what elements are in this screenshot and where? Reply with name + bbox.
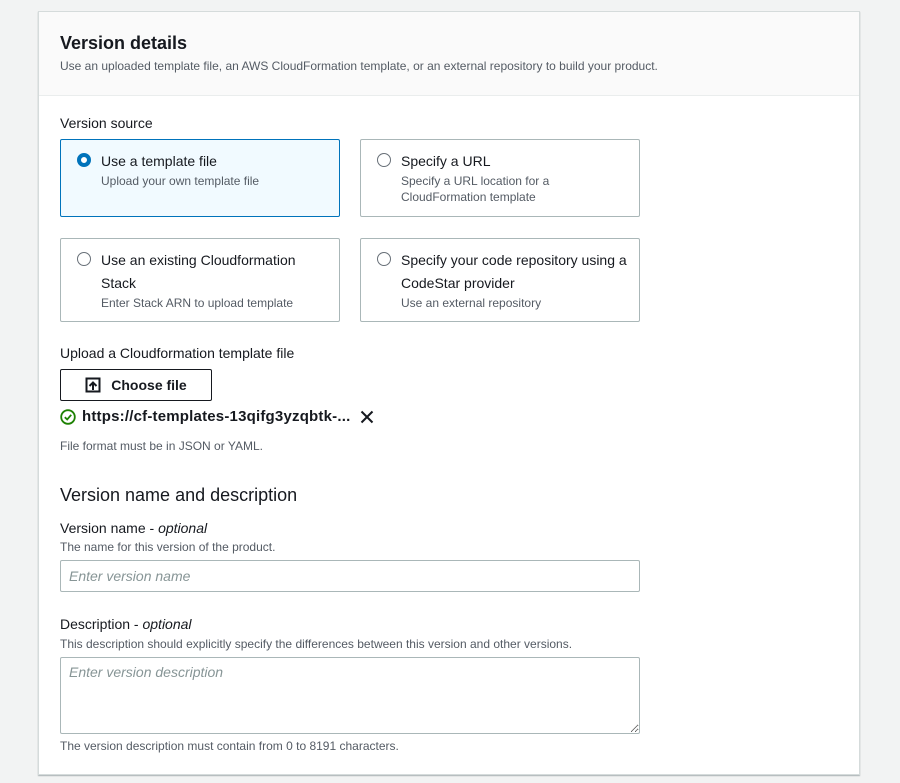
tile-description: Use an external repository	[401, 296, 542, 310]
description-label: Description - optional	[60, 616, 192, 632]
choose-file-button[interactable]: Choose file	[60, 369, 212, 401]
radio-specify-url[interactable]	[377, 153, 391, 167]
tile-description: Specify a URL location for a CloudFormat…	[401, 174, 550, 204]
description-textarea[interactable]	[60, 657, 640, 734]
file-format-hint: File format must be in JSON or YAML.	[60, 439, 263, 453]
close-icon[interactable]	[360, 410, 374, 424]
panel-title: Version details	[60, 33, 188, 53]
selected-file-name: https://cf-templates-13qifg3yzqbtk-...	[82, 408, 351, 425]
version-name-hint: The name for this version of the product…	[60, 540, 276, 554]
upload-label: Upload a Cloudformation template file	[60, 345, 295, 361]
choose-file-label: Choose file	[111, 377, 187, 393]
tile-title: Specify your code repository using a Cod…	[401, 252, 627, 291]
upload-icon	[85, 377, 101, 393]
tile-specify-url[interactable]: Specify a URL Specify a URL location for…	[360, 139, 640, 217]
tile-description: Enter Stack ARN to upload template	[101, 296, 294, 310]
selected-file-row: https://cf-templates-13qifg3yzqbtk-...	[60, 408, 374, 425]
tile-codestar-repository[interactable]: Specify your code repository using a Cod…	[360, 238, 640, 322]
radio-use-template-file[interactable]	[77, 153, 91, 167]
radio-existing-stack[interactable]	[77, 252, 91, 266]
version-name-label: Version name - optional	[60, 520, 208, 536]
section-heading: Version name and description	[60, 485, 298, 505]
status-success-icon	[60, 408, 76, 425]
version-source-label: Version source	[60, 115, 153, 131]
tile-title: Use a template file	[101, 153, 217, 169]
tile-use-template-file[interactable]: Use a template file Upload your own temp…	[60, 139, 340, 217]
version-details-panel: Version details Use an uploaded template…	[38, 11, 860, 775]
radio-codestar-repository[interactable]	[377, 252, 391, 266]
panel-description: Use an uploaded template file, an AWS Cl…	[60, 59, 658, 73]
panel-header: Version details Use an uploaded template…	[39, 12, 859, 96]
tile-title: Specify a URL	[401, 153, 491, 169]
description-hint: This description should explicitly speci…	[60, 637, 573, 651]
version-name-input[interactable]	[60, 560, 640, 592]
tile-title: Use an existing Cloudformation Stack	[101, 252, 296, 291]
tile-existing-stack[interactable]: Use an existing Cloudformation Stack Ent…	[60, 238, 340, 322]
description-constraint: The version description must contain fro…	[60, 739, 399, 753]
tile-description: Upload your own template file	[101, 174, 260, 188]
